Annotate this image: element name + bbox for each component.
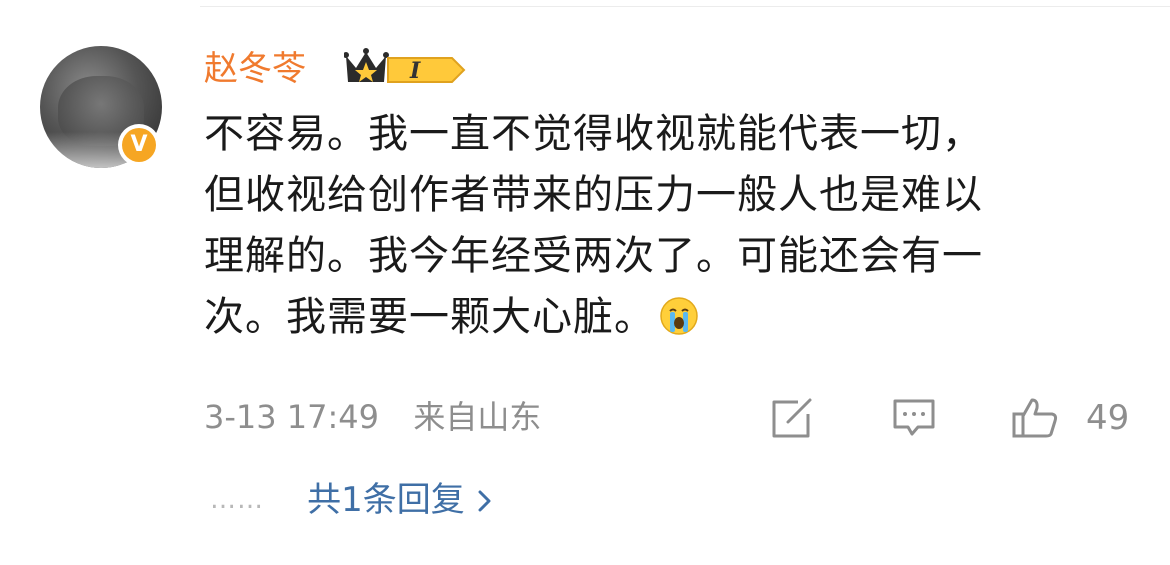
verified-badge-label: V	[122, 128, 156, 162]
comment-line: 但收视给创作者带来的压力一般人也是难以	[204, 172, 983, 218]
share-icon[interactable]	[768, 396, 816, 440]
vip-level-text: I	[409, 58, 421, 84]
view-replies-link[interactable]: 共1条回复	[307, 476, 465, 524]
timestamp: 3-13 17:49	[204, 398, 380, 436]
top-divider	[200, 6, 1170, 7]
location: 来自山东	[413, 398, 542, 436]
like-count: 49	[1086, 398, 1130, 438]
ellipsis: ……	[210, 485, 264, 515]
like-button[interactable]: 49	[1010, 396, 1150, 440]
reply-row[interactable]: …… 共1条回复	[210, 476, 500, 524]
comment-icon[interactable]	[890, 396, 938, 440]
verified-badge: V	[118, 124, 160, 166]
comment-meta: 3-13 17:49 来自山东	[204, 394, 541, 440]
crown-icon	[344, 48, 389, 82]
comment-line: 理解的。我今年经受两次了。可能还会有一	[204, 233, 983, 279]
cry-emoji-icon	[660, 297, 698, 335]
vip-level-badge[interactable]: I	[344, 46, 466, 90]
comment-body: 不容易。我一直不觉得收视就能代表一切， 但收视给创作者带来的压力一般人也是难以 …	[204, 104, 1144, 348]
chevron-right-icon	[478, 490, 491, 512]
username[interactable]: 赵冬苓	[204, 48, 306, 90]
comment-line-text: 次。我需要一颗大心脏。	[204, 294, 655, 340]
comment-line: 不容易。我一直不觉得收视就能代表一切，	[204, 111, 983, 157]
thumbs-up-icon	[1012, 398, 1058, 438]
comment-line-last: 次。我需要一颗大心脏。	[204, 287, 1144, 348]
